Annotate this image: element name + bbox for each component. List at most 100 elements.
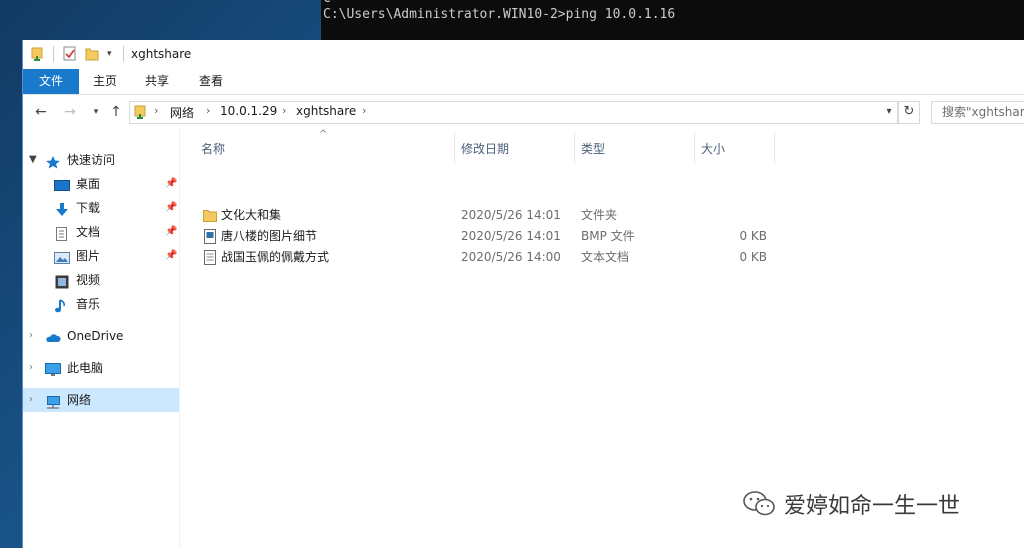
file-name: 唐八楼的图片细节	[221, 229, 318, 243]
computer-icon	[45, 361, 61, 376]
address-history-chevron-icon[interactable]: ▾	[881, 101, 897, 122]
breadcrumb-chevron-icon[interactable]: ›	[362, 104, 366, 117]
file-size: 0 KB	[739, 250, 767, 264]
refresh-icon[interactable]: ↻	[898, 101, 920, 124]
tree-item-label: 视频	[76, 273, 101, 287]
recent-locations-chevron-icon[interactable]: ▾	[87, 103, 105, 121]
file-explorer-window: ▾ xghtshare 文件 主页 共享 查看 ← → ▾ ↑ › 网络 › 1…	[22, 40, 1024, 548]
tree-item-label: 下载	[76, 201, 101, 215]
file-modified: 2020/5/26 14:01	[461, 229, 561, 243]
text-file-icon	[203, 250, 217, 265]
wechat-icon	[742, 489, 776, 519]
file-list-pane: ^ 名称 修改日期 类型 大小 文化大和集 2020/5/26 14:01 文件…	[181, 129, 1024, 548]
cloud-icon	[45, 329, 61, 343]
console-command-line: C:\Users\Administrator.WIN10-2>ping 10.0…	[323, 7, 676, 22]
file-name: 战国玉佩的佩戴方式	[221, 250, 330, 264]
tab-file[interactable]: 文件	[23, 69, 79, 94]
file-modified: 2020/5/26 14:00	[461, 250, 561, 264]
window-title: xghtshare	[131, 47, 192, 61]
column-divider[interactable]	[574, 133, 575, 163]
file-type: BMP 文件	[581, 229, 635, 243]
tree-item-label: 音乐	[76, 297, 101, 311]
pin-icon[interactable]: 📌	[165, 196, 177, 220]
picture-icon	[54, 249, 70, 264]
pin-icon[interactable]: 📌	[165, 220, 177, 244]
tree-quick-access[interactable]: ▼ 快速访问	[23, 148, 179, 172]
column-divider[interactable]	[694, 133, 695, 163]
title-bar: ▾ xghtshare	[23, 40, 1024, 69]
music-icon	[54, 297, 70, 313]
bitmap-file-icon	[203, 229, 217, 244]
tree-network[interactable]: › 网络	[23, 388, 179, 412]
watermark-text: 爱婷如命一生一世	[784, 494, 961, 519]
file-type: 文件夹	[581, 208, 618, 222]
properties-icon[interactable]	[63, 46, 77, 62]
pin-icon[interactable]: 📌	[165, 244, 177, 268]
tree-onedrive[interactable]: › OneDrive	[23, 324, 179, 348]
tab-view[interactable]: 查看	[187, 69, 235, 94]
tree-item-pictures[interactable]: 图片 📌	[23, 244, 179, 268]
file-row[interactable]: 唐八楼的图片细节 2020/5/26 14:01 BMP 文件 0 KB	[181, 226, 781, 247]
file-size: 0 KB	[739, 229, 767, 243]
navigation-pane: ▼ 快速访问 桌面 📌 下载 📌 文档 📌 图片 📌 视频 音乐 › OneDr…	[23, 129, 180, 548]
collapsed-chevron-icon[interactable]: ›	[29, 324, 33, 348]
tree-this-pc[interactable]: › 此电脑	[23, 356, 179, 380]
breadcrumb-share[interactable]: xghtshare	[296, 104, 356, 118]
column-header-size[interactable]: 大小	[701, 137, 725, 161]
network-icon	[45, 393, 61, 409]
search-input[interactable]: 搜索"xghtshare"	[931, 101, 1024, 124]
tree-item-documents[interactable]: 文档 📌	[23, 220, 179, 244]
breadcrumb-chevron-icon[interactable]: ›	[282, 104, 286, 117]
breadcrumb-chevron-icon[interactable]: ›	[154, 104, 158, 117]
desktop-icon	[54, 177, 70, 191]
network-folder-icon	[134, 104, 148, 123]
expanded-chevron-icon[interactable]: ▼	[29, 148, 37, 172]
file-row[interactable]: 战国玉佩的佩戴方式 2020/5/26 14:00 文本文档 0 KB	[181, 247, 781, 268]
document-icon	[54, 225, 70, 241]
address-bar[interactable]: › 网络 › 10.0.1.29 › xghtshare ›	[129, 101, 898, 124]
watermark: 爱婷如命一生一世	[742, 487, 960, 521]
tree-item-label: 图片	[76, 249, 101, 263]
file-type: 文本文档	[581, 250, 630, 264]
file-row[interactable]: 文化大和集 2020/5/26 14:01 文件夹	[181, 205, 781, 226]
video-icon	[54, 273, 70, 289]
tree-item-music[interactable]: 音乐	[23, 292, 179, 316]
title-separator	[123, 46, 124, 62]
chevron-down-icon[interactable]: ▾	[107, 46, 112, 62]
breadcrumb-network[interactable]: 网络	[170, 104, 194, 121]
folder-icon	[31, 46, 45, 62]
tab-share[interactable]: 共享	[133, 69, 181, 94]
forward-arrow-icon[interactable]: →	[61, 103, 79, 121]
pin-icon[interactable]: 📌	[165, 172, 177, 196]
tree-item-videos[interactable]: 视频	[23, 268, 179, 292]
tree-item-downloads[interactable]: 下载 📌	[23, 196, 179, 220]
tree-onedrive-label: OneDrive	[67, 329, 124, 343]
tree-network-label: 网络	[67, 393, 92, 407]
star-icon	[45, 153, 61, 169]
column-header-modified[interactable]: 修改日期	[461, 137, 509, 161]
collapsed-chevron-icon[interactable]: ›	[29, 356, 33, 380]
new-folder-icon[interactable]	[85, 46, 99, 62]
tree-quick-access-label: 快速访问	[67, 153, 116, 167]
up-arrow-icon[interactable]: ↑	[107, 103, 125, 121]
tree-item-label: 桌面	[76, 177, 101, 191]
breadcrumb-chevron-icon[interactable]: ›	[206, 104, 210, 117]
ribbon-tabs: 文件 主页 共享 查看	[23, 69, 1024, 95]
tab-home[interactable]: 主页	[81, 69, 129, 94]
back-arrow-icon[interactable]: ←	[32, 103, 50, 121]
console-prev-line: C	[323, 0, 331, 6]
folder-icon	[203, 208, 217, 223]
tree-item-label: 文档	[76, 225, 101, 239]
column-divider[interactable]	[454, 133, 455, 163]
download-icon	[54, 201, 70, 216]
tree-item-desktop[interactable]: 桌面 📌	[23, 172, 179, 196]
navigation-bar: ← → ▾ ↑ › 网络 › 10.0.1.29 › xghtshare › ▾…	[23, 97, 1024, 129]
collapsed-chevron-icon[interactable]: ›	[29, 388, 33, 412]
column-divider[interactable]	[774, 133, 775, 163]
file-modified: 2020/5/26 14:01	[461, 208, 561, 222]
column-header-name[interactable]: 名称	[201, 137, 225, 161]
sort-ascending-icon: ^	[319, 129, 328, 140]
breadcrumb-host[interactable]: 10.0.1.29	[220, 104, 277, 118]
column-header-type[interactable]: 类型	[581, 137, 605, 161]
command-prompt-window[interactable]: C C:\Users\Administrator.WIN10-2>ping 10…	[321, 0, 1024, 40]
